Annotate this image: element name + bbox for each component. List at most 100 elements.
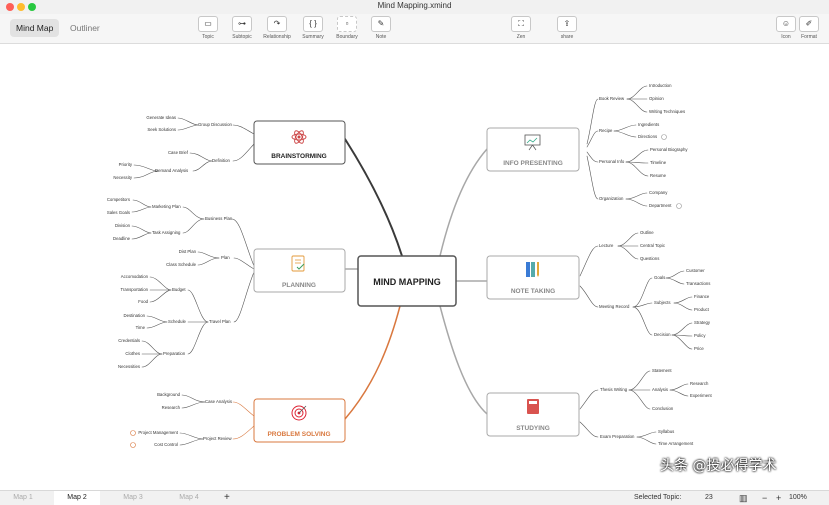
subtopic[interactable]: Research <box>162 405 181 410</box>
subtopic[interactable]: Recipe <box>599 128 613 133</box>
mind-map-canvas[interactable]: MIND MAPPING BRAINSTORMING PLANNING PROB… <box>0 44 829 490</box>
subtopic[interactable]: Necessity <box>113 175 132 180</box>
subtopic[interactable]: Competitors <box>107 197 130 202</box>
subtopic[interactable]: Transactions <box>686 281 710 286</box>
subtopic[interactable]: Credentials <box>118 338 140 343</box>
subtopic[interactable]: Dist Plan <box>179 249 197 254</box>
subtopic[interactable]: Demand Analysis <box>155 168 188 173</box>
subtopic[interactable]: Decision <box>654 332 671 337</box>
map-tab-active[interactable]: Map 2 <box>54 491 100 505</box>
subtopic[interactable]: Food <box>138 299 148 304</box>
book-icon[interactable]: ▥ <box>739 491 748 505</box>
subtopic[interactable]: Central Topic <box>640 243 666 248</box>
subtopic[interactable]: Questions <box>640 256 659 261</box>
subtopic[interactable]: Plan <box>221 255 230 260</box>
subtopic[interactable]: Customer <box>686 268 705 273</box>
subtopic[interactable]: Project Review <box>203 436 233 441</box>
subtopic[interactable]: Resume <box>650 173 667 178</box>
subtopic[interactable]: Case Analysis <box>205 399 232 404</box>
map-tab[interactable]: Map 3 <box>110 491 156 505</box>
subtopic[interactable]: Subjects <box>654 300 670 305</box>
subtopic[interactable]: Schedule <box>168 319 187 324</box>
zoom-out-button[interactable]: − <box>762 491 767 505</box>
subtopic[interactable]: Necessities <box>118 364 140 369</box>
subtopic[interactable]: Organization <box>599 196 624 201</box>
subtopic[interactable]: Accomodation <box>121 274 149 279</box>
subtopic[interactable]: Book Review <box>599 96 625 101</box>
subtopic[interactable]: Meeting Record <box>599 304 630 309</box>
topic-planning[interactable]: PLANNING <box>253 248 346 293</box>
subtopic[interactable]: Sales Goals <box>107 210 130 215</box>
subtopic[interactable]: Personal Biography <box>650 147 688 152</box>
subtopic[interactable]: Introduction <box>649 83 672 88</box>
subtopic[interactable]: Personal Info <box>599 159 625 164</box>
map-tab[interactable]: Map 1 <box>0 491 46 505</box>
topic-info-presenting[interactable]: INFO PRESENTING <box>486 127 580 172</box>
topic-problem-solving[interactable]: PROBLEM SOLVING <box>253 398 346 443</box>
tab-mind-map[interactable]: Mind Map <box>10 19 60 37</box>
subtopic[interactable]: Writing Techniques <box>649 109 685 114</box>
subtopic[interactable]: Company <box>649 190 668 195</box>
subtopic[interactable]: Ingredients <box>638 122 659 127</box>
subtopic[interactable]: Marketing Plan <box>152 204 181 209</box>
subtopic[interactable]: Price <box>694 346 704 351</box>
subtopic[interactable]: Timeline <box>650 160 667 165</box>
subtopic[interactable]: Definition <box>212 158 231 163</box>
central-topic[interactable]: MIND MAPPING <box>357 255 457 307</box>
subtopic[interactable]: Seek Solutions <box>147 127 176 132</box>
subtopic[interactable]: Background <box>157 392 181 397</box>
relationship-button[interactable]: ↷ Relationship <box>257 16 297 40</box>
topic-note-taking[interactable]: NOTE TAKING <box>486 255 580 300</box>
subtopic[interactable]: Budget <box>172 287 186 292</box>
subtopic[interactable]: Clothes <box>125 351 140 356</box>
subtopic[interactable]: Policy <box>694 333 706 338</box>
subtopic[interactable]: Cost Control <box>154 442 178 447</box>
subtopic[interactable]: Priority <box>119 162 133 167</box>
subtopic[interactable]: Lecture <box>599 243 614 248</box>
format-panel-button[interactable]: ✐ Format <box>789 16 829 40</box>
map-tab[interactable]: Map 4 <box>166 491 212 505</box>
subtopic[interactable]: Group Discussion <box>198 122 233 127</box>
subtopic[interactable]: Opinion <box>649 96 664 101</box>
add-map-button[interactable]: + <box>224 491 230 505</box>
subtopic[interactable]: Preparation <box>163 351 186 356</box>
subtopic[interactable]: Division <box>115 223 131 228</box>
subtopic[interactable]: Research <box>690 381 709 386</box>
share-button[interactable]: ⇪ share <box>547 16 587 40</box>
subtopic[interactable]: Syllabus <box>658 429 674 434</box>
subtopic[interactable]: Goals <box>654 275 665 280</box>
zoom-in-button[interactable]: + <box>776 491 781 505</box>
subtopic[interactable]: Travel Plan <box>209 319 231 324</box>
topic-studying[interactable]: STUDYING <box>486 392 580 437</box>
subtopic[interactable]: Time <box>136 325 146 330</box>
topic-icon: ▭ <box>198 16 218 32</box>
subtopic[interactable]: Strategy <box>694 320 711 325</box>
subtopic[interactable]: Class Schedule <box>166 262 196 267</box>
subtopic[interactable]: Directions <box>638 134 657 139</box>
subtopic[interactable]: Outline <box>640 230 654 235</box>
subtopic[interactable]: Generate Ideas <box>146 115 176 120</box>
subtopic[interactable]: Task Assigning <box>152 230 181 235</box>
subtopic[interactable]: Destination <box>124 313 146 318</box>
topic-studying-label: STUDYING <box>516 425 550 432</box>
subtopic[interactable]: Department <box>649 203 672 208</box>
subtopic[interactable]: Statement <box>652 368 672 373</box>
subtopic[interactable]: Experiment <box>690 393 713 398</box>
subtopic[interactable]: Time Arrangement <box>658 441 694 446</box>
subtopic[interactable]: Thesis Writing <box>600 387 628 392</box>
subtopic[interactable]: Project Management <box>138 430 178 435</box>
subtopic[interactable]: Product <box>694 307 710 312</box>
note-button[interactable]: ✎ Note <box>361 16 401 40</box>
subtopic[interactable]: Finance <box>694 294 710 299</box>
subtopic[interactable]: Case Brief <box>168 150 189 155</box>
subtopic[interactable]: Conclusion <box>652 406 674 411</box>
tab-outliner[interactable]: Outliner <box>64 19 106 37</box>
subtopic[interactable]: Transportation <box>120 287 148 292</box>
topic-brainstorming[interactable]: BRAINSTORMING <box>253 120 346 165</box>
subtopic[interactable]: Analysis <box>652 387 668 392</box>
subtopic[interactable]: Exam Preparation <box>600 434 635 439</box>
subtopic[interactable]: Deadline <box>113 236 131 241</box>
subtopic[interactable]: Business Plan <box>205 216 233 221</box>
subtopic-button[interactable]: ⊶ Subtopic <box>222 16 262 40</box>
zen-button[interactable]: ⛶ Zen <box>501 16 541 40</box>
